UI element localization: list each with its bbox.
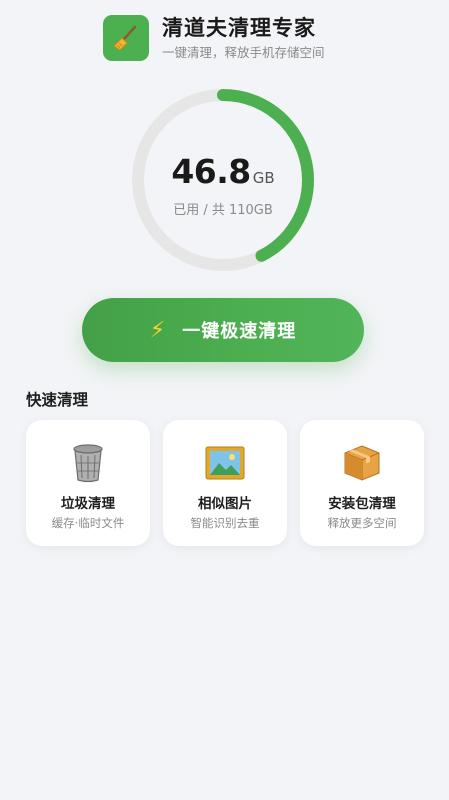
storage-used-unit: GB: [252, 169, 275, 187]
one-click-clean-button[interactable]: ⚡ 一键极速清理: [82, 298, 364, 362]
similar-photos-label: 相似图片: [198, 496, 252, 512]
apk-clean-label: 安装包清理: [328, 496, 396, 512]
storage-summary: 已用 / 共 110GB: [173, 203, 273, 218]
junk-clean-desc: 缓存·临时文件: [51, 516, 125, 530]
storage-used: 46.8 GB: [129, 152, 317, 191]
junk-clean-card[interactable]: 垃圾清理 缓存·临时文件: [26, 420, 150, 546]
storage-used-value: 46.8: [171, 152, 251, 191]
similar-photos-card[interactable]: 相似图片 智能识别去重: [163, 420, 287, 546]
app-title: 清道夫清理专家: [162, 16, 316, 40]
app-logo: [103, 15, 149, 61]
picture-icon: [205, 446, 245, 480]
lightning-icon: ⚡: [149, 317, 167, 343]
storage-ring: 46.8 GB 已用 / 共 110GB: [129, 86, 317, 274]
app-header: 清道夫清理专家 一键清理，释放手机存储空间: [0, 0, 449, 70]
apk-clean-card[interactable]: 安装包清理 释放更多空间: [300, 420, 424, 546]
clean-button-label: 一键极速清理: [182, 321, 297, 342]
package-icon: [344, 445, 380, 481]
junk-clean-label: 垃圾清理: [61, 496, 115, 512]
app-subtitle: 一键清理，释放手机存储空间: [162, 45, 325, 60]
broom-icon: [113, 25, 137, 51]
quick-clean-title: 快速清理: [26, 391, 89, 409]
similar-photos-desc: 智能识别去重: [190, 516, 260, 530]
apk-clean-desc: 释放更多空间: [327, 516, 397, 530]
trash-can-icon: [73, 444, 103, 483]
